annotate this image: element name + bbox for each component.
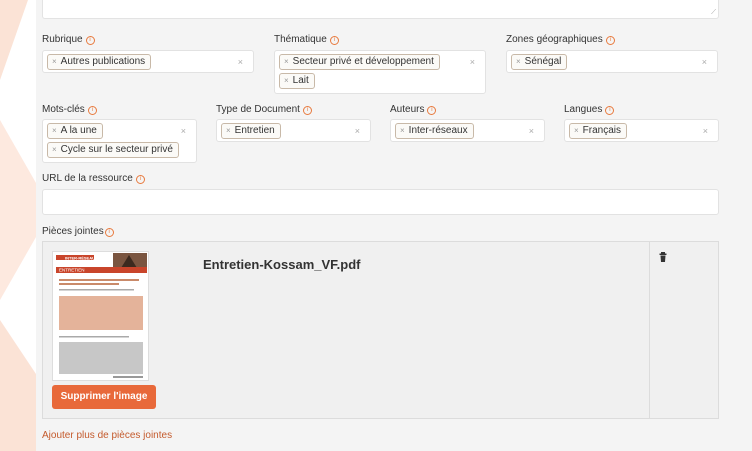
zones-select[interactable]: × Sénégal × [506, 50, 718, 73]
resize-handle-icon[interactable]: ⟋ [711, 9, 716, 17]
clear-icon[interactable]: × [355, 126, 360, 136]
zones-label: Zones géographiques i [506, 34, 615, 45]
info-icon[interactable]: i [135, 175, 145, 184]
info-icon[interactable]: i [85, 36, 95, 45]
thumb-logo-text: INTER-RÉSEAUX [65, 256, 98, 261]
clear-icon[interactable]: × [238, 57, 243, 67]
thematique-label: Thématique i [274, 34, 339, 45]
url-input[interactable] [42, 189, 719, 215]
trash-icon[interactable] [658, 251, 670, 263]
langues-label: Langues i [564, 104, 615, 115]
langues-tag[interactable]: × Français [569, 123, 628, 139]
thematique-tag[interactable]: × Secteur privé et développement [279, 54, 440, 70]
auteurs-tag[interactable]: × Inter-réseaux [395, 123, 474, 139]
langues-select[interactable]: × Français × [564, 119, 719, 142]
document-thumbnail: INTER-RÉSEAUX ENTRETIEN [52, 251, 149, 381]
zones-tag[interactable]: × Sénégal [511, 54, 568, 70]
info-icon[interactable]: i [329, 36, 339, 45]
info-icon[interactable]: i [302, 106, 312, 115]
info-icon[interactable]: i [605, 106, 615, 115]
tag-remove-icon[interactable]: × [574, 126, 579, 135]
info-icon[interactable]: i [104, 228, 114, 237]
tag-remove-icon[interactable]: × [400, 126, 405, 135]
thumb-header-text: ENTRETIEN [59, 268, 85, 273]
clear-icon[interactable]: × [470, 57, 475, 67]
clear-icon[interactable]: × [702, 57, 707, 67]
rubrique-select[interactable]: × Autres publications × [42, 50, 254, 73]
info-icon[interactable]: i [87, 106, 97, 115]
type-doc-tag[interactable]: × Entretien [221, 123, 281, 139]
info-icon[interactable]: i [605, 36, 615, 45]
tag-remove-icon[interactable]: × [284, 57, 289, 66]
mots-cles-select[interactable]: × A la une × Cycle sur le secteur privé × [42, 119, 197, 163]
tag-remove-icon[interactable]: × [284, 76, 289, 85]
clear-icon[interactable]: × [181, 126, 186, 136]
mots-cles-label: Mots-clés i [42, 104, 97, 115]
tag-remove-icon[interactable]: × [52, 126, 57, 135]
divider [649, 242, 650, 418]
description-textarea[interactable]: ⟋ [42, 0, 719, 19]
url-label: URL de la ressource i [42, 173, 145, 184]
add-attachments-link[interactable]: Ajouter plus de pièces jointes [42, 430, 172, 441]
tag-remove-icon[interactable]: × [226, 126, 231, 135]
info-icon[interactable]: i [427, 106, 437, 115]
attachment-filename: Entretien-Kossam_VF.pdf [203, 257, 361, 272]
thematique-tag[interactable]: × Lait [279, 73, 315, 89]
type-doc-select[interactable]: × Entretien × [216, 119, 371, 142]
auteurs-label: Auteurs i [390, 104, 437, 115]
auteurs-select[interactable]: × Inter-réseaux × [390, 119, 545, 142]
background-decoration [0, 0, 40, 451]
thematique-select[interactable]: × Secteur privé et développement × Lait × [274, 50, 486, 94]
type-doc-label: Type de Document i [216, 104, 312, 115]
attachment-item: INTER-RÉSEAUX ENTRETIEN Entretien-Kossam… [42, 241, 719, 419]
rubrique-label: Rubrique i [42, 34, 95, 45]
tag-remove-icon[interactable]: × [516, 57, 521, 66]
tag-remove-icon[interactable]: × [52, 145, 57, 154]
clear-icon[interactable]: × [529, 126, 534, 136]
clear-icon[interactable]: × [703, 126, 708, 136]
mots-cles-tag[interactable]: × A la une [47, 123, 103, 139]
delete-image-button[interactable]: Supprimer l'image [52, 385, 156, 409]
tag-remove-icon[interactable]: × [52, 57, 57, 66]
rubrique-tag[interactable]: × Autres publications [47, 54, 152, 70]
attachments-label: Pièces jointes i [42, 226, 114, 237]
mots-cles-tag[interactable]: × Cycle sur le secteur privé [47, 142, 179, 158]
